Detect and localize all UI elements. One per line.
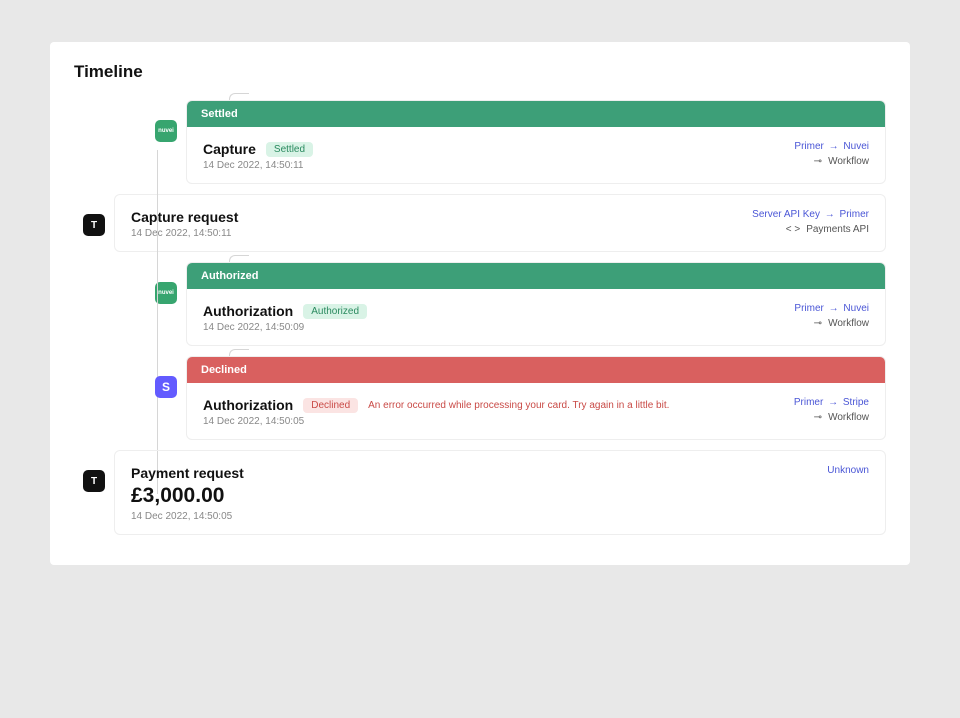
timeline-panel: Timeline nuvei Settled Capture Settled 1… xyxy=(50,42,910,565)
route: Unknown xyxy=(827,465,869,476)
route: Primer → Nuvei xyxy=(794,303,869,314)
timestamp: 14 Dec 2022, 14:50:11 xyxy=(131,228,238,239)
timestamp: 14 Dec 2022, 14:50:05 xyxy=(203,416,669,427)
api-icon: T xyxy=(83,214,105,236)
code-icon: < > xyxy=(786,224,800,235)
timeline-event: T Payment request £3,000.00 14 Dec 2022,… xyxy=(74,450,886,535)
route: Primer → Stripe xyxy=(794,397,869,408)
event-title: Payment request xyxy=(131,465,244,481)
route: Server API Key → Primer xyxy=(752,209,869,220)
timestamp: 14 Dec 2022, 14:50:05 xyxy=(131,511,244,522)
api-icon: T xyxy=(83,470,105,492)
timeline-event: nuvei Settled Capture Settled 14 Dec 202… xyxy=(74,100,886,184)
timeline-event: nuvei Authorized Authorization Authorize… xyxy=(74,262,886,346)
page-title: Timeline xyxy=(74,62,886,82)
timeline-event: S Declined Authorization Declined An err… xyxy=(74,356,886,440)
status-bar: Settled xyxy=(187,101,885,127)
event-title: Capture xyxy=(203,141,256,157)
meta-workflow: ⊸ Workflow xyxy=(814,412,869,423)
nuvei-icon: nuvei xyxy=(155,120,177,142)
status-badge: Declined xyxy=(303,398,358,413)
event-card[interactable]: Settled Capture Settled 14 Dec 2022, 14:… xyxy=(186,100,886,184)
error-message: An error occurred while processing your … xyxy=(368,400,669,411)
status-bar: Authorized xyxy=(187,263,885,289)
stripe-icon: S xyxy=(155,376,177,398)
route: Primer → Nuvei xyxy=(794,141,869,152)
status-badge: Authorized xyxy=(303,304,367,319)
status-bar: Declined xyxy=(187,357,885,383)
event-card[interactable]: Authorized Authorization Authorized 14 D… xyxy=(186,262,886,346)
workflow-icon: ⊸ xyxy=(814,156,822,167)
processor-icon-col: S xyxy=(146,356,186,398)
processor-icon-col: T xyxy=(74,450,114,492)
processor-icon-col: nuvei xyxy=(146,100,186,142)
event-title: Capture request xyxy=(131,209,238,225)
meta-payments-api: < > Payments API xyxy=(786,224,869,235)
event-card[interactable]: Payment request £3,000.00 14 Dec 2022, 1… xyxy=(114,450,886,535)
meta-workflow: ⊸ Workflow xyxy=(814,156,869,167)
nuvei-icon: nuvei xyxy=(155,282,177,304)
event-card[interactable]: Declined Authorization Declined An error… xyxy=(186,356,886,440)
event-title: Authorization xyxy=(203,397,293,413)
event-card[interactable]: Capture request 14 Dec 2022, 14:50:11 Se… xyxy=(114,194,886,252)
processor-icon-col: nuvei xyxy=(146,262,186,304)
meta-workflow: ⊸ Workflow xyxy=(814,318,869,329)
processor-icon-col: T xyxy=(74,194,114,236)
payment-amount: £3,000.00 xyxy=(131,484,244,508)
timestamp: 14 Dec 2022, 14:50:11 xyxy=(203,160,313,171)
workflow-icon: ⊸ xyxy=(814,318,822,329)
timestamp: 14 Dec 2022, 14:50:09 xyxy=(203,322,367,333)
status-badge: Settled xyxy=(266,142,313,157)
event-title: Authorization xyxy=(203,303,293,319)
workflow-icon: ⊸ xyxy=(814,412,822,423)
timeline-event: T Capture request 14 Dec 2022, 14:50:11 … xyxy=(74,194,886,252)
